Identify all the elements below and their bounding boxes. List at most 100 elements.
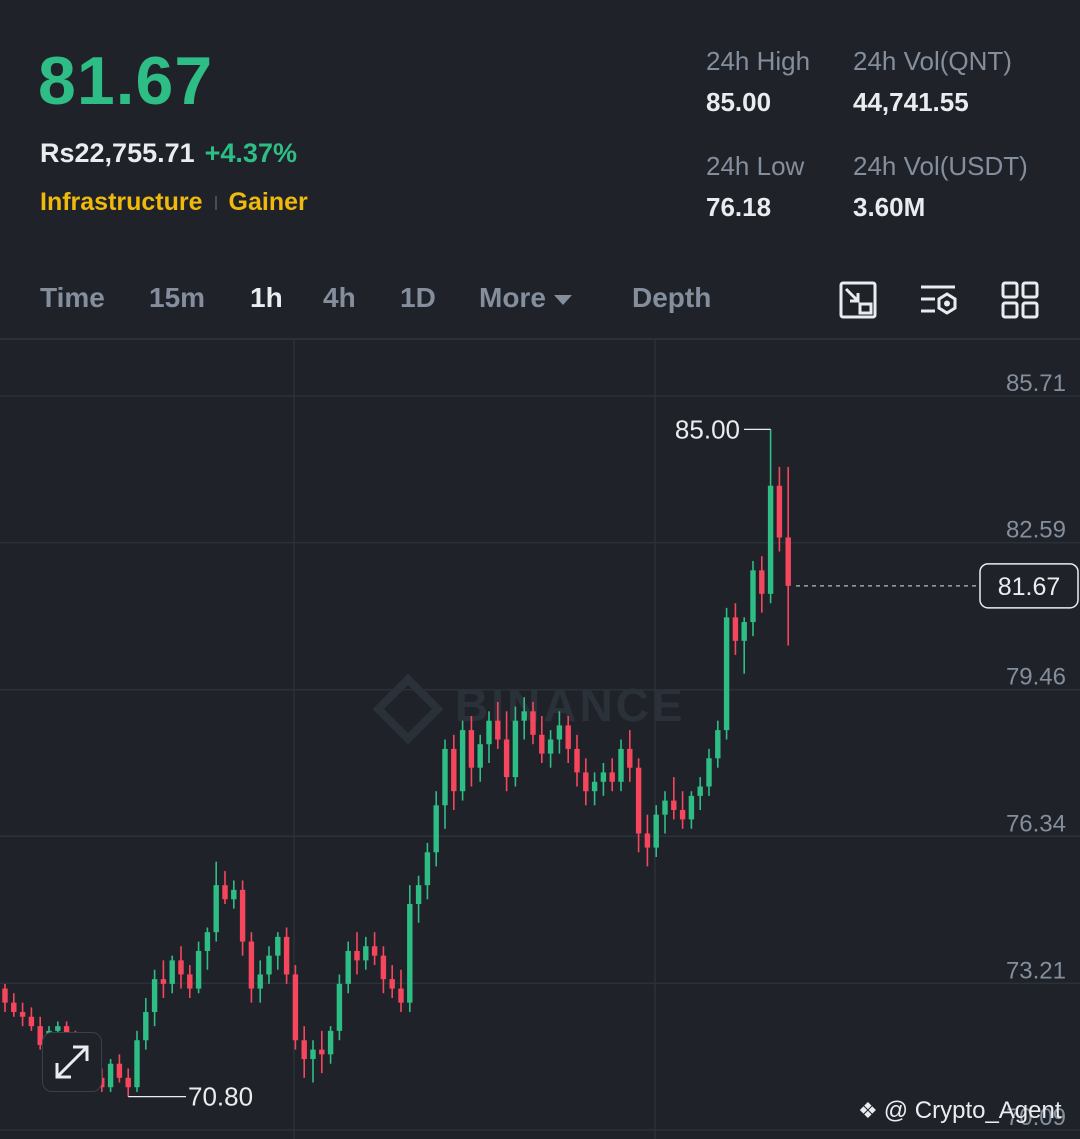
candle-body [539,734,545,754]
candle-body [732,617,739,641]
candle-body [618,748,624,782]
candle-body [107,1063,114,1088]
tab-1h[interactable]: 1h [250,282,283,314]
price-change-percent: +4.37% [204,138,297,168]
candle-body [609,772,615,782]
candle-body [380,955,387,980]
tab-4h[interactable]: 4h [323,282,356,314]
candle-body [345,950,351,984]
candle-body [134,1040,140,1088]
candle-body [327,1030,334,1055]
current-price-label: 81.67 [998,573,1061,601]
low-marker-label: 70.80 [188,1082,253,1112]
expand-chart-button[interactable] [42,1032,102,1092]
candles [2,429,791,1097]
stat-value: 44,741.55 [853,87,969,117]
tag-gainer[interactable]: Gainer [229,188,308,216]
stat-value: 85.00 [706,87,772,117]
candle-body [565,725,571,749]
stat-label: 24h Vol(USDT) [853,151,1028,181]
candle-body [556,725,563,740]
candle-body [521,711,527,721]
candle-body [283,936,290,975]
stat-24h-vol-usdt: 24h Vol(USDT) 3.60M [853,151,1028,223]
candle-body [231,889,237,900]
candle-body [750,570,756,623]
candle-body [671,800,677,810]
tag-row: Infrastructure Gainer [40,188,308,217]
candlestick-chart[interactable]: 85.7182.5979.4676.3473.2170.0985.0070.80… [0,338,1080,1139]
fiat-price: Rs22,755.71 [40,138,195,168]
indicator-settings-icon[interactable] [919,280,959,320]
fiat-price-row: Rs22,755.71 +4.37% [40,138,297,169]
tab-depth[interactable]: Depth [632,282,711,314]
candle-body [371,946,378,956]
candle-body [688,795,695,820]
candle-body [662,800,668,815]
chart-settings-icon[interactable] [838,280,878,320]
stat-label: 24h Low [706,151,805,181]
candle-body [213,885,219,933]
tag-infrastructure[interactable]: Infrastructure [40,188,203,216]
candle-body [195,950,202,989]
candle-body [336,983,343,1031]
candle-body [187,974,193,989]
candle-body [627,748,633,768]
candle-body [759,570,765,594]
candle-body [723,617,730,731]
candle-body [160,979,167,984]
candle-body [451,748,457,792]
y-axis-tick-label: 76.34 [1006,810,1066,837]
y-axis-tick-label: 79.46 [1006,664,1066,691]
candle-body [266,955,272,975]
last-price: 81.67 [38,43,214,119]
tab-1d[interactable]: 1D [400,282,436,314]
candle-body [151,979,158,1013]
candle-body [715,730,721,759]
stat-value: 3.60M [853,192,926,222]
ticker-header: 81.67 Rs22,755.71 +4.37% Infrastructure Ga… [0,0,1080,260]
candle-body [204,932,211,951]
candle-body [459,730,466,792]
candle-body [55,1026,61,1031]
high-marker-label: 85.00 [675,414,740,444]
candle-body [301,1040,307,1060]
candle-body [495,720,501,740]
candle-body [767,485,774,594]
stat-24h-vol-qnt: 24h Vol(QNT) 44,741.55 [853,46,1012,118]
tab-15m[interactable]: 15m [149,282,205,314]
tab-time[interactable]: Time [40,282,105,314]
candle-body [363,946,369,961]
candle-body [486,720,492,745]
candle-body [407,903,413,1003]
candle-body [530,711,536,735]
candle-body [11,1002,17,1013]
candle-body [415,885,422,904]
candle-body [2,988,8,1003]
candle-body [653,814,659,848]
candle-body [600,772,607,782]
candle-body [424,852,431,886]
y-axis-tick-label: 85.71 [1006,370,1066,397]
tab-more[interactable]: More [479,282,572,314]
candle-body [679,809,686,820]
candle-body [275,936,281,956]
candle-body [644,833,651,848]
price-chart[interactable]: BINANCE 85.71 82.59 79.46 76.34 73.21 70.09 85… [0,338,1080,1139]
candle-body [635,767,642,834]
candle-body [116,1063,123,1078]
candle-body [310,1049,316,1060]
candle-body [547,739,554,754]
candle-body [143,1012,149,1041]
candle-body [468,730,475,768]
stat-label: 24h High [706,46,811,76]
candle-body [222,885,228,900]
expand-arrows-icon [55,1045,89,1079]
candle-body [574,748,580,773]
candle-body [433,805,439,853]
grid-layout-icon[interactable] [1000,280,1040,320]
candle-body [503,739,510,778]
candle-body [319,1049,325,1055]
candle-body [354,950,360,961]
y-axis-tick-label: 73.21 [1006,957,1066,984]
